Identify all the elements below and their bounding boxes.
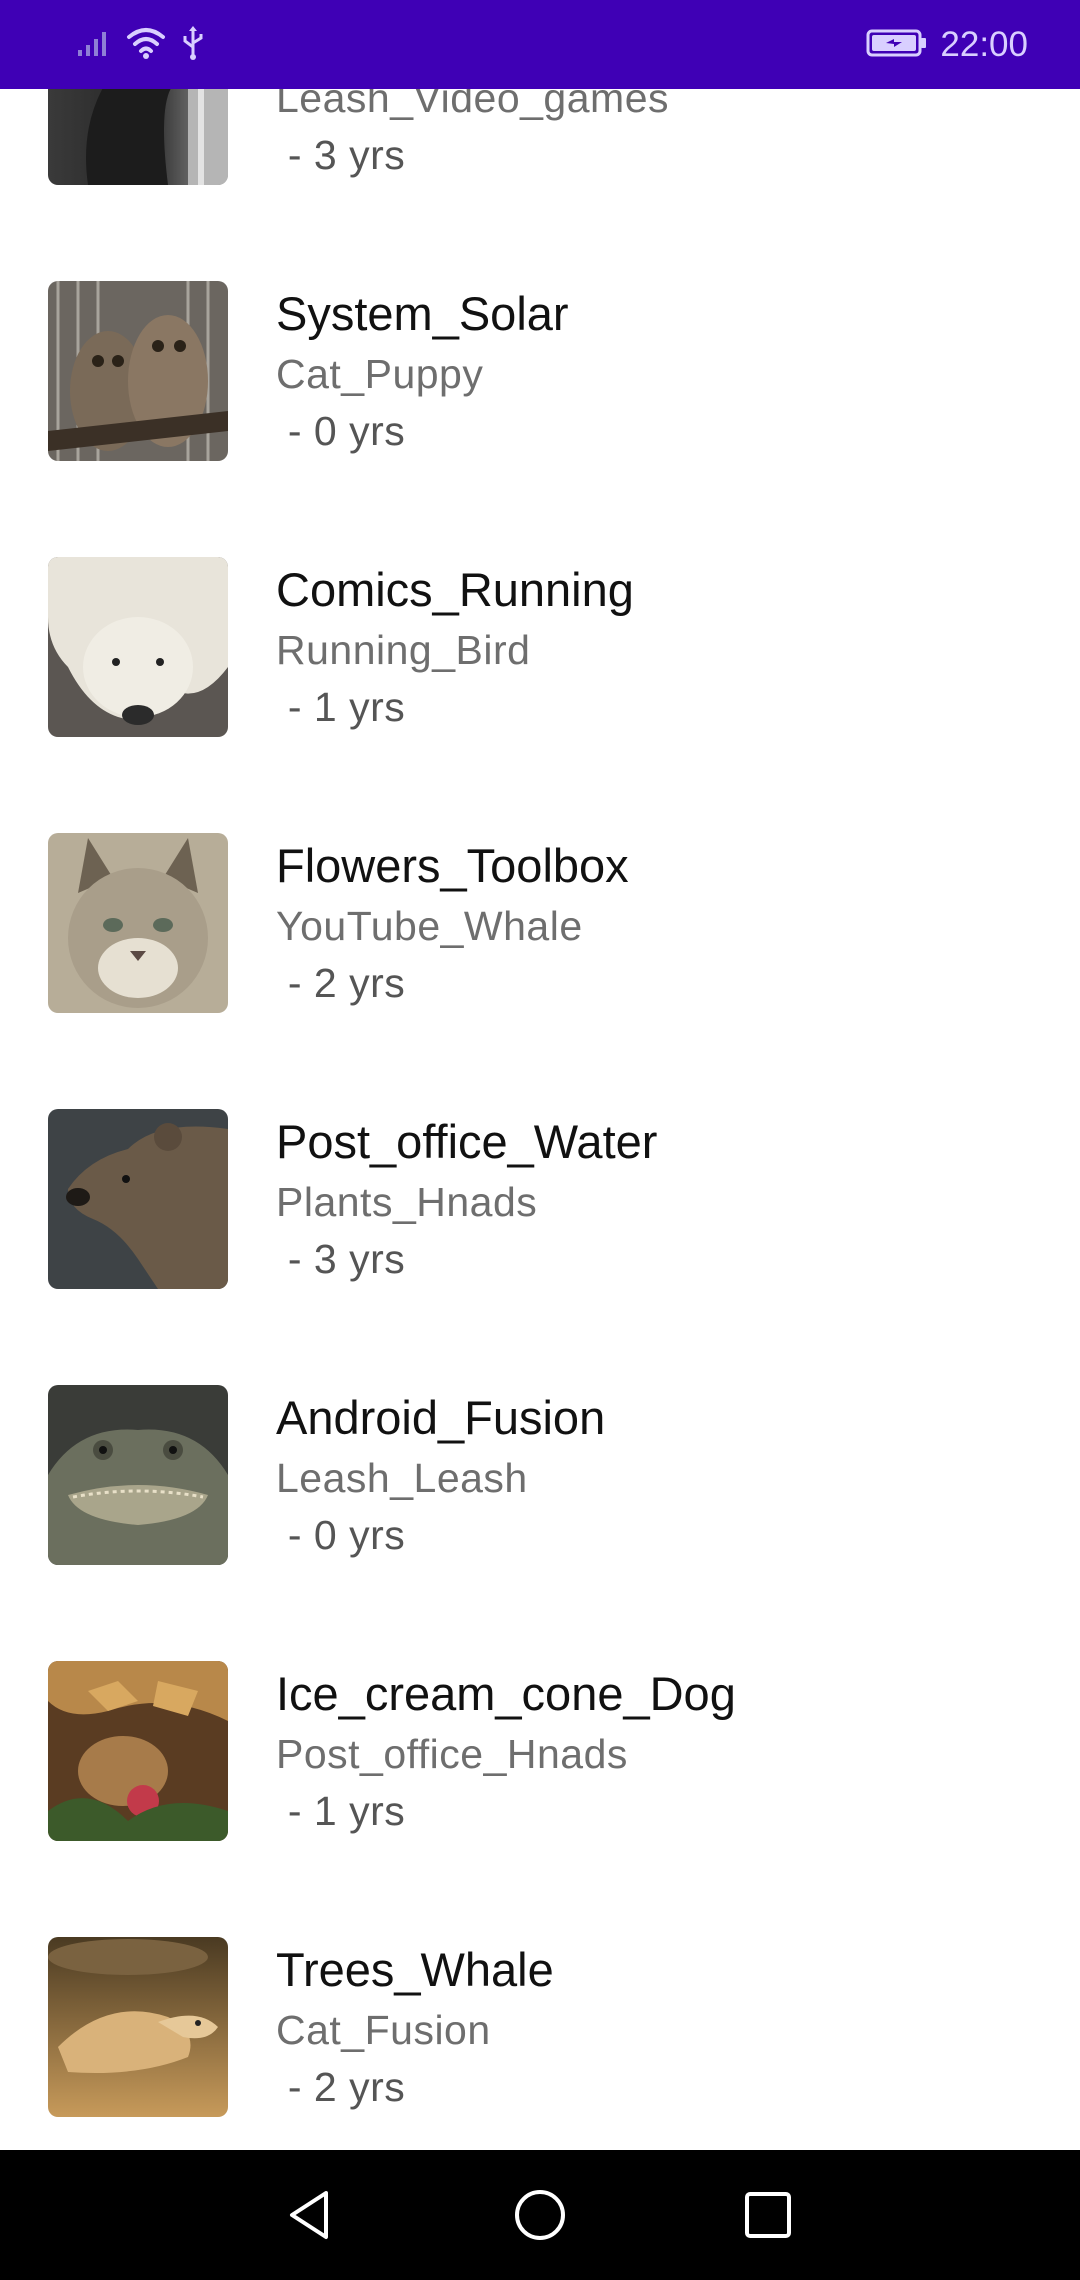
pet-age: - 0 yrs bbox=[276, 408, 406, 454]
pet-photo-owls bbox=[48, 281, 228, 461]
list-item[interactable]: Trees_Whale Cat_Fusion - 2 yrs bbox=[0, 1890, 1080, 2150]
pet-age: - 2 yrs bbox=[276, 960, 406, 1006]
back-icon bbox=[282, 2187, 338, 2247]
recents-button[interactable] bbox=[723, 2172, 813, 2262]
pet-name: Post_office_Water bbox=[276, 1115, 658, 1168]
usb-icon bbox=[180, 25, 206, 65]
list-item[interactable]: Android_Fusion Leash_Leash - 0 yrs bbox=[0, 1338, 1080, 1614]
pet-category: Plants_Hnads bbox=[276, 1179, 538, 1225]
recents-icon bbox=[740, 2187, 796, 2247]
pet-photo-tortoise bbox=[48, 1661, 228, 1841]
home-button[interactable] bbox=[495, 2172, 585, 2262]
navigation-bar bbox=[0, 2150, 1080, 2280]
pet-age: - 3 yrs bbox=[276, 132, 406, 178]
list-item[interactable]: System_Solar Cat_Puppy - 0 yrs bbox=[0, 234, 1080, 510]
pet-photo-polar-bear bbox=[48, 557, 228, 737]
list-item[interactable]: Post_office_Water Plants_Hnads - 3 yrs bbox=[0, 1062, 1080, 1338]
status-icons-left bbox=[76, 24, 206, 66]
pet-category: Cat_Puppy bbox=[276, 351, 484, 397]
pet-category: Post_office_Hnads bbox=[276, 1731, 628, 1777]
list-item[interactable]: Leash_Video_games - 3 yrs bbox=[0, 89, 1080, 234]
pet-name: System_Solar bbox=[276, 287, 569, 340]
pet-age: - 0 yrs bbox=[276, 1512, 406, 1558]
pet-photo-brown-bear bbox=[48, 1109, 228, 1289]
status-clock: 22:00 bbox=[940, 25, 1028, 64]
status-icons-right: 22:00 bbox=[866, 24, 1028, 66]
pet-age: - 2 yrs bbox=[276, 2064, 406, 2110]
pet-name: Flowers_Toolbox bbox=[276, 839, 629, 892]
list-item[interactable]: Comics_Running Running_Bird - 1 yrs bbox=[0, 510, 1080, 786]
pet-category: Running_Bird bbox=[276, 627, 531, 673]
pet-name: Comics_Running bbox=[276, 563, 634, 616]
pet-category: Cat_Fusion bbox=[276, 2007, 491, 2053]
pet-list-view[interactable]: Leash_Video_games - 3 yrs System_Solar C… bbox=[0, 89, 1080, 2150]
battery-charging-icon bbox=[866, 28, 928, 62]
list-item[interactable]: Ice_cream_cone_Dog Post_office_Hnads - 1… bbox=[0, 1614, 1080, 1890]
pet-name: Ice_cream_cone_Dog bbox=[276, 1667, 736, 1720]
status-bar: 22:00 bbox=[0, 0, 1080, 89]
pet-list: Leash_Video_games - 3 yrs System_Solar C… bbox=[0, 89, 1080, 2150]
pet-photo-turtle bbox=[48, 1937, 228, 2117]
home-icon bbox=[512, 2187, 568, 2247]
pet-age: - 3 yrs bbox=[276, 1236, 406, 1282]
pet-category: Leash_Video_games bbox=[276, 89, 669, 121]
signal-icon bbox=[76, 28, 112, 62]
pet-name: Trees_Whale bbox=[276, 1943, 554, 1996]
pet-category: Leash_Leash bbox=[276, 1455, 528, 1501]
back-button[interactable] bbox=[265, 2172, 355, 2262]
wifi-icon bbox=[126, 26, 166, 64]
list-item[interactable]: Flowers_Toolbox YouTube_Whale - 2 yrs bbox=[0, 786, 1080, 1062]
pet-age: - 1 yrs bbox=[276, 684, 406, 730]
pet-age: - 1 yrs bbox=[276, 1788, 406, 1834]
pet-photo-lynx bbox=[48, 833, 228, 1013]
pet-photo-alligator bbox=[48, 1385, 228, 1565]
pet-name: Android_Fusion bbox=[276, 1391, 606, 1444]
pet-category: YouTube_Whale bbox=[276, 903, 583, 949]
pet-photo-eagle bbox=[48, 89, 228, 185]
